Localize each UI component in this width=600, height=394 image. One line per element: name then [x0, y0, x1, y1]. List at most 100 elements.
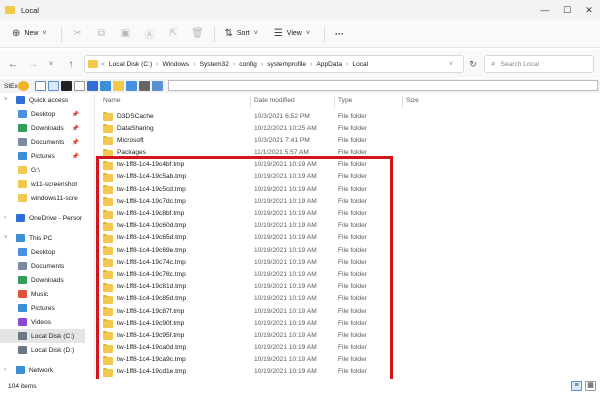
breadcrumb-item[interactable]: systemprofile: [267, 61, 306, 68]
sidebar-item-quick-access[interactable]: ˅ Quick access: [0, 93, 85, 107]
refresh-icon[interactable]: ↻: [466, 55, 480, 73]
file-row[interactable]: tw-1ff8-1c4-19c7dc.tmp 10/19/2021 10:19 A…: [96, 196, 600, 208]
file-row[interactable]: Microsoft 10/3/2021 7:41 PM File folder: [96, 135, 600, 147]
chevron-right-icon[interactable]: ›: [193, 61, 195, 68]
column-divider[interactable]: [402, 96, 403, 108]
smiley-icon[interactable]: [18, 81, 29, 91]
chevron-right-icon[interactable]: ›: [310, 61, 312, 68]
sidebar-item-g[interactable]: G:\: [0, 163, 85, 177]
dual-pane-icon[interactable]: [48, 81, 59, 91]
chevron-right-icon[interactable]: ›: [156, 61, 158, 68]
expand-chevron-icon[interactable]: ˅: [4, 97, 8, 103]
forward-arrow-icon[interactable]: →: [26, 59, 40, 70]
recent-chevron-icon[interactable]: ˅: [44, 61, 58, 68]
file-row[interactable]: tw-1ff8-1c4-19c65d.tmp 10/19/2021 10:19 A…: [96, 233, 600, 245]
breadcrumb-item[interactable]: Windows: [162, 61, 189, 68]
cut-icon[interactable]: ✂: [66, 28, 90, 39]
sidebar-item-pictures[interactable]: Pictures: [0, 301, 85, 315]
column-divider[interactable]: [250, 96, 251, 108]
file-row[interactable]: tw-1ff8-1c4-19c87f.tmp 10/19/2021 10:19 A…: [96, 306, 600, 318]
overflow-chevron-icon[interactable]: «: [101, 61, 105, 68]
sidebar-item-desktop[interactable]: Desktop: [0, 245, 85, 259]
expand-chevron-icon[interactable]: ›: [4, 215, 6, 221]
breadcrumb-item[interactable]: config: [239, 61, 257, 68]
maximize-button[interactable]: ☐: [556, 0, 578, 20]
more-options-button[interactable]: ···: [329, 24, 350, 44]
rename-icon[interactable]: Ⓐ: [138, 26, 162, 41]
sidebar-item-pictures[interactable]: Pictures 📌: [0, 149, 85, 163]
file-row[interactable]: tw-1ff8-1c4-19c69e.tmp 10/19/2021 10:19 A…: [96, 245, 600, 257]
command-icon[interactable]: [100, 81, 111, 91]
copy-path-icon[interactable]: [126, 81, 137, 91]
sidebar-item-local-disk-c[interactable]: Local Disk (C:): [0, 329, 85, 343]
sidebar-item-desktop[interactable]: Desktop 📌: [0, 107, 85, 121]
sidebar-item-documents[interactable]: Documents 📌: [0, 135, 85, 149]
view-button[interactable]: ☰ View ˅: [268, 24, 320, 44]
file-row[interactable]: tw-1ff8-1c4-19ca0d.tmp 10/19/2021 10:19 A…: [96, 343, 600, 355]
tiles-view-icon[interactable]: ▦: [585, 381, 596, 391]
terminal-icon[interactable]: [61, 81, 72, 91]
chevron-right-icon[interactable]: ›: [233, 61, 235, 68]
breadcrumb-item[interactable]: AppData: [316, 61, 342, 68]
sidebar-item-network[interactable]: › Network: [0, 363, 85, 377]
chevron-right-icon[interactable]: ›: [261, 61, 263, 68]
details-view-icon[interactable]: ≡: [571, 381, 582, 391]
breadcrumb-item[interactable]: Local Disk (C:): [109, 61, 152, 68]
chevron-right-icon[interactable]: ›: [346, 61, 348, 68]
sidebar-item-downloads[interactable]: Downloads: [0, 273, 85, 287]
address-bar[interactable]: « Local Disk (C:) › Windows › System32 › confi…: [84, 55, 464, 73]
tool-icon[interactable]: [152, 81, 163, 91]
sidebar-item-videos[interactable]: Videos: [0, 315, 85, 329]
sidebar-item-windows11-scre[interactable]: windows11-scre: [0, 191, 85, 205]
file-row[interactable]: tw-1ff8-1c4-19c78c.tmp 10/19/2021 10:19 A…: [96, 269, 600, 281]
breadcrumb-item[interactable]: Local: [352, 61, 368, 68]
file-row[interactable]: tw-1ff8-1c4-19cd1e.tmp 10/19/2021 10:19 A…: [96, 367, 600, 379]
page-icon[interactable]: [35, 81, 46, 91]
column-divider[interactable]: [334, 96, 335, 108]
sidebar-item-documents[interactable]: Documents: [0, 259, 85, 273]
file-row[interactable]: tw-1ff8-1c4-19c5ab.tmp 10/19/2021 10:19 A…: [96, 172, 600, 184]
file-row[interactable]: tw-1ff8-1c4-19c8bf.tmp 10/19/2021 10:19 A…: [96, 209, 600, 221]
up-arrow-icon[interactable]: ↑: [64, 59, 78, 70]
chevron-down-icon[interactable]: ˅: [449, 61, 453, 68]
minimize-button[interactable]: —: [534, 0, 556, 20]
file-row[interactable]: tw-1ff8-1c4-19c60d.tmp 10/19/2021 10:19 A…: [96, 221, 600, 233]
back-arrow-icon[interactable]: ←: [6, 59, 20, 70]
column-date-modified[interactable]: Date modified: [254, 97, 295, 104]
folder-new-icon[interactable]: [113, 81, 124, 91]
stex-address-field[interactable]: [168, 80, 598, 91]
sidebar-item-w11-screenshot[interactable]: w11-screenshot: [0, 177, 85, 191]
font-icon[interactable]: [87, 81, 98, 91]
new-button[interactable]: ⊕ New ˅: [6, 24, 57, 44]
file-row[interactable]: tw-1ff8-1c4-19c81d.tmp 10/19/2021 10:19 A…: [96, 282, 600, 294]
breadcrumb-item[interactable]: System32: [200, 61, 229, 68]
file-row[interactable]: tw-1ff8-1c4-19ca9c.tmp 10/19/2021 10:19 A…: [96, 355, 600, 367]
sort-button[interactable]: ⇅ Sort ˅: [219, 24, 268, 44]
copy-icon[interactable]: ⧉: [90, 28, 114, 39]
close-button[interactable]: ✕: [578, 0, 600, 20]
expand-chevron-icon[interactable]: ˅: [4, 235, 8, 241]
file-row[interactable]: DataSharing 10/12/2021 10:25 AM File folde…: [96, 123, 600, 135]
column-size[interactable]: Size: [406, 97, 419, 104]
sidebar-item-downloads[interactable]: Downloads 📌: [0, 121, 85, 135]
paste-icon[interactable]: ▣: [114, 28, 138, 39]
file-row[interactable]: tw-1ff8-1c4-19c74c.tmp 10/19/2021 10:19 A…: [96, 257, 600, 269]
column-type[interactable]: Type: [338, 97, 352, 104]
sidebar-item-this-pc[interactable]: ˅ This PC: [0, 231, 85, 245]
share-icon[interactable]: ⇱: [162, 28, 186, 39]
file-row[interactable]: tw-1ff8-1c4-19c95f.tmp 10/19/2021 10:19 A…: [96, 330, 600, 342]
sidebar-item-onedrive-persor[interactable]: › OneDrive - Persor: [0, 211, 85, 225]
pane-divider[interactable]: [94, 93, 95, 379]
file-row[interactable]: tw-1ff8-1c4-19c85d.tmp 10/19/2021 10:19 A…: [96, 294, 600, 306]
sidebar-item-music[interactable]: Music: [0, 287, 85, 301]
sidebar-item-local-disk-d[interactable]: Local Disk (D:): [0, 343, 85, 357]
file-row[interactable]: tw-1ff8-1c4-19c4bf.tmp 10/19/2021 10:19 A…: [96, 160, 600, 172]
text-icon[interactable]: [74, 81, 85, 91]
delete-icon[interactable]: 🗑: [186, 28, 210, 39]
hash-icon[interactable]: [139, 81, 150, 91]
file-row[interactable]: tw-1ff8-1c4-19c5cd.tmp 10/19/2021 10:19 A…: [96, 184, 600, 196]
file-row[interactable]: tw-1ff8-1c4-19c90f.tmp 10/19/2021 10:19 A…: [96, 318, 600, 330]
column-name[interactable]: Name: [103, 97, 121, 104]
expand-chevron-icon[interactable]: ›: [4, 367, 6, 373]
search-input[interactable]: ⌕ Search Local: [484, 55, 594, 73]
